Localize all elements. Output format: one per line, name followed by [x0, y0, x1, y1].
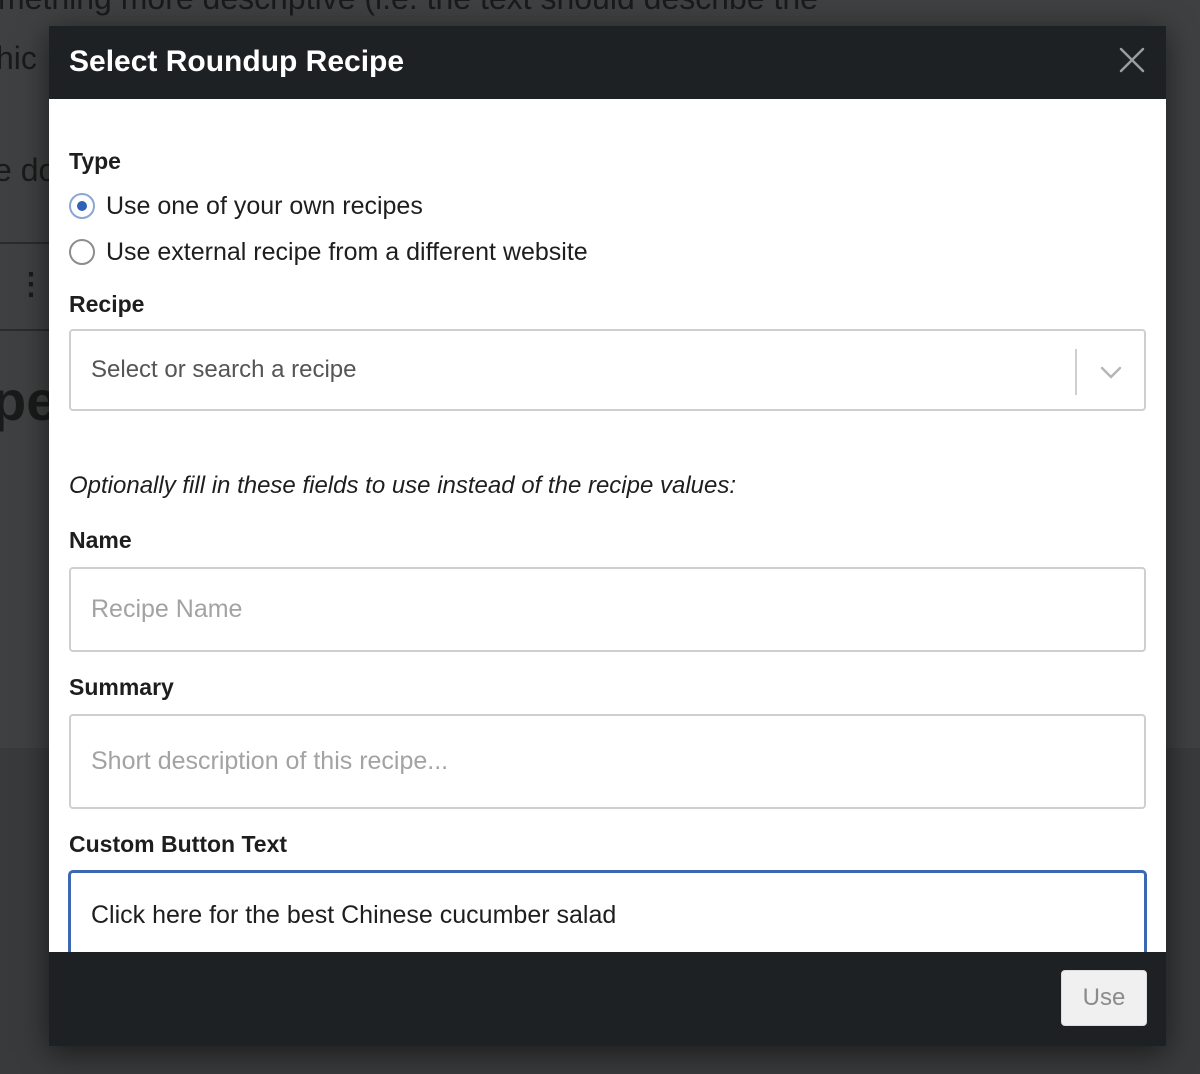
custom-button-text-input[interactable]: [69, 871, 1146, 960]
summary-textarea[interactable]: [69, 714, 1146, 809]
background-kebab-icon: ⋮: [16, 268, 46, 301]
radio-label: Use external recipe from a different web…: [106, 238, 588, 266]
type-label: Type: [69, 148, 121, 174]
background-text-line: e do: [0, 152, 57, 188]
recipe-select-placeholder: Select or search a recipe: [91, 356, 357, 383]
select-roundup-recipe-modal: Select Roundup Recipe Type Use one of yo…: [49, 26, 1166, 1046]
modal-header: Select Roundup Recipe: [49, 26, 1166, 99]
background-text-line: hic: [0, 40, 37, 76]
recipe-label: Recipe: [69, 291, 145, 317]
radio-external-recipe[interactable]: Use external recipe from a different web…: [69, 237, 588, 267]
radio-button[interactable]: [69, 239, 95, 265]
radio-button-checked[interactable]: [69, 193, 95, 219]
recipe-name-input[interactable]: [69, 567, 1146, 652]
background-text-line: mething more descriptive (i.e. the text …: [0, 0, 818, 17]
recipe-select[interactable]: Select or search a recipe: [69, 329, 1146, 411]
name-label: Name: [69, 527, 132, 553]
radio-label: Use one of your own recipes: [106, 192, 423, 220]
custom-button-text-label: Custom Button Text: [69, 831, 288, 857]
close-icon: [1119, 47, 1145, 73]
modal-title: Select Roundup Recipe: [69, 45, 405, 78]
chevron-down-icon[interactable]: [1098, 359, 1124, 385]
radio-own-recipes[interactable]: Use one of your own recipes: [69, 191, 423, 221]
select-separator: [1075, 349, 1077, 395]
modal-footer: Use: [49, 952, 1166, 1046]
summary-label: Summary: [69, 674, 174, 700]
use-button[interactable]: Use: [1061, 970, 1147, 1026]
close-button[interactable]: [1114, 42, 1150, 78]
optional-fields-hint: Optionally fill in these fields to use i…: [69, 472, 737, 499]
